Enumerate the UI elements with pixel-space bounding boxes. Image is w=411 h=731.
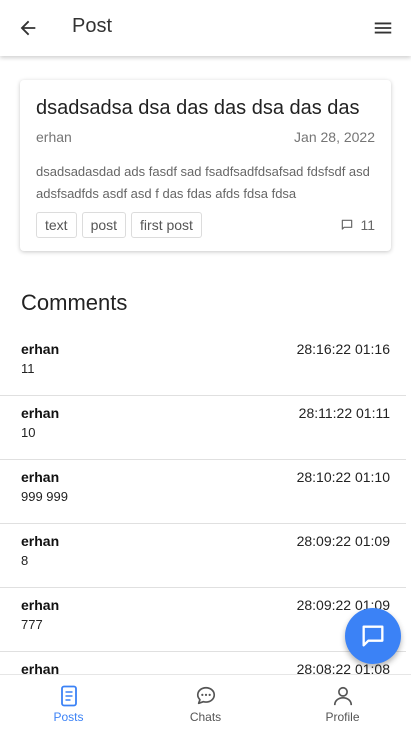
post-title: dsadsadsa dsa das das dsa das das bbox=[36, 97, 360, 119]
nav-item-chats[interactable]: Chats bbox=[137, 675, 274, 731]
tag-chip[interactable]: post bbox=[81, 212, 127, 238]
nav-label: Posts bbox=[53, 710, 84, 724]
comment-text: 999 999 bbox=[21, 489, 68, 504]
hamburger-menu-icon bbox=[374, 22, 392, 34]
nav-label: Profile bbox=[325, 710, 360, 724]
tag-chip[interactable]: text bbox=[36, 212, 77, 238]
add-comment-fab[interactable] bbox=[345, 608, 401, 664]
arrow-left-icon bbox=[20, 20, 36, 36]
comment-text: 777 bbox=[21, 617, 43, 632]
post-body: dsadsadasdad ads fasdf sad fsadfsadfdsaf… bbox=[36, 164, 370, 201]
post-card: dsadsadsa dsa das das dsa das das erhan … bbox=[20, 80, 391, 251]
nav-label: Chats bbox=[189, 710, 222, 724]
comments-heading: Comments bbox=[21, 290, 128, 315]
comment-author[interactable]: erhan bbox=[21, 341, 59, 357]
tag-chip[interactable]: first post bbox=[131, 212, 202, 238]
app-bar: Post bbox=[0, 0, 411, 56]
content-area: dsadsadsa dsa das das dsa das das erhan … bbox=[0, 56, 411, 674]
page-title: Post bbox=[72, 15, 113, 37]
back-button[interactable] bbox=[14, 14, 42, 42]
comment-author[interactable]: erhan bbox=[21, 469, 59, 485]
comment-item: erhan 28:11:22 01:11 10 bbox=[0, 396, 406, 460]
chat-bubble-icon bbox=[362, 625, 384, 647]
comment-time: 28:09:22 01:09 bbox=[296, 533, 390, 549]
person-icon bbox=[333, 686, 352, 706]
chat-bubble-icon bbox=[196, 686, 215, 705]
comment-author[interactable]: erhan bbox=[21, 661, 59, 674]
comment-text: 10 bbox=[21, 425, 36, 440]
comment-count-value: 11 bbox=[360, 217, 375, 233]
bottom-navigation: Posts Chats Profile bbox=[0, 674, 411, 731]
post-author[interactable]: erhan bbox=[36, 129, 72, 145]
post-date: Jan 28, 2022 bbox=[294, 129, 375, 145]
comment-item: erhan 28:10:22 01:10 999 999 bbox=[0, 460, 406, 524]
comment-time: 28:16:22 01:16 bbox=[296, 341, 390, 357]
comment-count: 11 bbox=[340, 217, 375, 233]
comment-item: erhan 28:09:22 01:09 8 bbox=[0, 524, 406, 588]
comment-author[interactable]: erhan bbox=[21, 405, 59, 421]
comment-item: erhan 28:08:22 01:08 bbox=[0, 652, 406, 674]
comment-item: erhan 28:16:22 01:16 11 bbox=[0, 332, 406, 396]
comment-text: 8 bbox=[21, 553, 29, 568]
comment-icon bbox=[342, 219, 353, 230]
comment-author[interactable]: erhan bbox=[21, 597, 59, 613]
tag-list: text post first post bbox=[36, 212, 202, 238]
comment-author[interactable]: erhan bbox=[21, 533, 59, 549]
menu-button[interactable] bbox=[369, 14, 397, 42]
comment-time: 28:10:22 01:10 bbox=[296, 469, 390, 485]
nav-item-profile[interactable]: Profile bbox=[274, 675, 411, 731]
comment-text: 11 bbox=[21, 361, 35, 376]
nav-item-posts[interactable]: Posts bbox=[0, 675, 137, 731]
comment-time: 28:11:22 01:11 bbox=[298, 405, 390, 421]
document-icon bbox=[60, 685, 77, 707]
